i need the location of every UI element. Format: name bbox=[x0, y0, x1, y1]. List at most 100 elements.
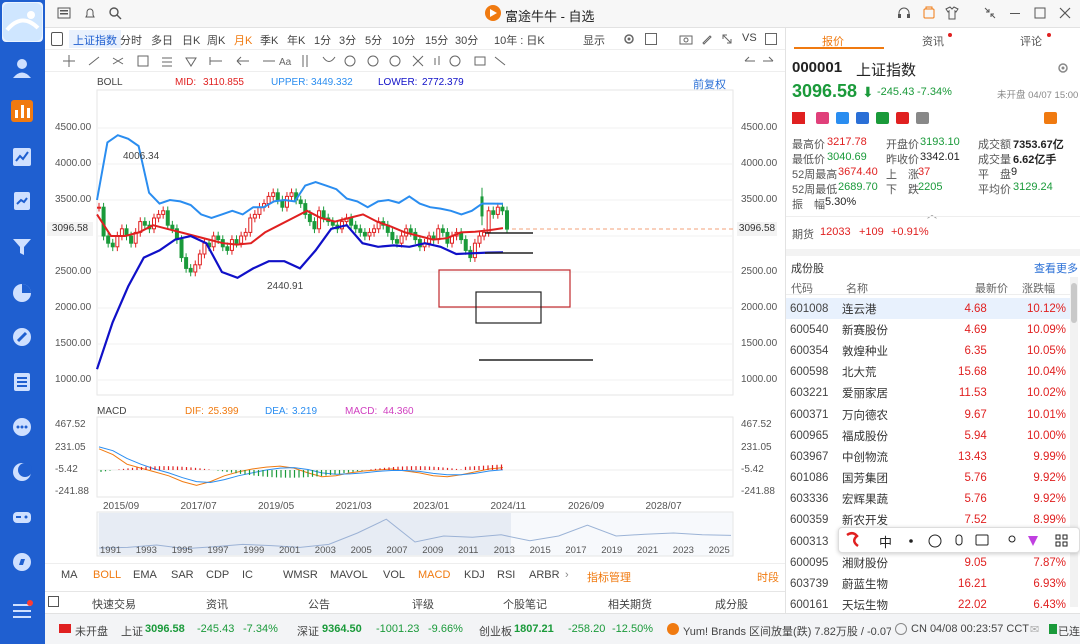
news-ticker[interactable]: Yum! Brands 区间放量(跌) 7.82万股 / -0.07 bbox=[683, 623, 891, 639]
period-tab[interactable]: 30分 bbox=[455, 32, 478, 48]
user-icon[interactable] bbox=[11, 57, 33, 79]
headset-icon[interactable] bbox=[897, 6, 911, 20]
collapse-chevron-icon[interactable]: ︿ bbox=[927, 206, 937, 221]
watchlist-icon[interactable] bbox=[11, 100, 33, 122]
bottom-tab[interactable]: 个股笔记 bbox=[503, 596, 547, 612]
cy-index-name[interactable]: 创业板 bbox=[479, 623, 512, 639]
indicator-manage-button[interactable]: 指标管理 bbox=[587, 569, 631, 585]
chart-area[interactable]: BOLL MID: 3110.855 UPPER: 3449.332 LOWER… bbox=[45, 72, 785, 562]
layout-icon[interactable] bbox=[645, 33, 657, 45]
period-tab[interactable]: 季K bbox=[260, 32, 278, 48]
tab-news[interactable]: 资讯 bbox=[922, 33, 944, 49]
indicator-tab[interactable]: KDJ bbox=[464, 569, 485, 581]
minimize-icon[interactable] bbox=[1008, 6, 1022, 20]
period-tab-active[interactable]: 月K bbox=[234, 32, 252, 48]
moon-icon[interactable] bbox=[11, 461, 33, 483]
table-row[interactable]: 600598 北大荒 15.68 10.04% bbox=[786, 362, 1070, 383]
indicator-tab[interactable]: MA bbox=[61, 569, 78, 581]
pencil-icon[interactable] bbox=[701, 33, 713, 45]
period-tab[interactable]: 15分 bbox=[425, 32, 448, 48]
indicator-tab[interactable]: IC bbox=[242, 569, 253, 581]
view-more-link[interactable]: 查看更多 bbox=[1034, 260, 1078, 276]
close-icon[interactable] bbox=[1058, 6, 1072, 20]
indicator-tab[interactable]: CDP bbox=[206, 569, 229, 581]
window-list-icon[interactable] bbox=[57, 6, 71, 20]
period-tab[interactable]: 分时 bbox=[120, 32, 142, 48]
table-row[interactable]: 600354 敦煌种业 6.35 10.05% bbox=[786, 340, 1070, 361]
game-icon[interactable] bbox=[11, 506, 33, 528]
bottom-tab[interactable]: 快速交易 bbox=[92, 596, 136, 612]
symbol-tab[interactable]: 上证指数 bbox=[69, 30, 121, 48]
column-header[interactable]: 代码 bbox=[791, 280, 813, 296]
indicator-tab[interactable]: RSI bbox=[497, 569, 515, 581]
macd-indicator-name[interactable]: MACD bbox=[97, 406, 126, 417]
panel-toggle-icon[interactable] bbox=[48, 596, 59, 607]
drawing-tools-icons[interactable]: Aa bbox=[45, 50, 785, 72]
bottom-tab[interactable]: 相关期货 bbox=[608, 596, 652, 612]
timeshare-button[interactable]: 时段 bbox=[757, 569, 779, 585]
indicator-tab[interactable]: EMA bbox=[133, 569, 157, 581]
period-tab[interactable]: 周K bbox=[207, 32, 225, 48]
indicator-tab[interactable]: VOL bbox=[383, 569, 405, 581]
column-header[interactable]: 最新价 bbox=[975, 280, 1008, 296]
table-row[interactable]: 603221 爱丽家居 11.53 10.02% bbox=[786, 383, 1070, 404]
indicator-tab-active[interactable]: MACD bbox=[418, 569, 450, 581]
maximize-icon[interactable] bbox=[1033, 6, 1047, 20]
camera-icon[interactable] bbox=[679, 33, 693, 45]
table-row[interactable]: 600371 万向德农 9.67 10.01% bbox=[786, 404, 1070, 425]
chat-icon[interactable] bbox=[11, 416, 33, 438]
compass-icon[interactable] bbox=[11, 551, 33, 573]
pie-icon[interactable] bbox=[11, 282, 33, 304]
bell-icon[interactable] bbox=[83, 6, 97, 20]
compare-button[interactable]: VS bbox=[742, 32, 757, 44]
column-header[interactable]: 涨跌幅 bbox=[1022, 280, 1055, 296]
bottom-tab[interactable]: 评级 bbox=[412, 596, 434, 612]
sh-index-name[interactable]: 上证 bbox=[121, 623, 143, 639]
floating-ime-bar[interactable]: 中 bbox=[838, 527, 1080, 553]
trade-icon[interactable] bbox=[11, 190, 33, 212]
tab-comments[interactable]: 评论 bbox=[1020, 33, 1042, 49]
period-tab[interactable]: 3分 bbox=[339, 32, 356, 48]
app-logo[interactable] bbox=[2, 2, 43, 42]
period-tab[interactable]: 1分 bbox=[314, 32, 331, 48]
column-header[interactable]: 名称 bbox=[846, 280, 868, 296]
search-icon[interactable] bbox=[108, 6, 122, 20]
ime-mode-label[interactable]: 中 bbox=[879, 532, 892, 551]
indicator-tab-active[interactable]: BOLL bbox=[93, 569, 121, 581]
display-dropdown[interactable]: 显示 bbox=[583, 32, 605, 48]
table-row[interactable]: 603336 宏辉果蔬 5.76 9.92% bbox=[786, 489, 1070, 510]
period-tab[interactable]: 5分 bbox=[365, 32, 382, 48]
discover-icon[interactable] bbox=[11, 326, 33, 348]
indicator-tab[interactable]: MAVOL bbox=[330, 569, 368, 581]
table-scrollbar[interactable] bbox=[1070, 277, 1078, 607]
tshirt-icon[interactable] bbox=[945, 6, 959, 20]
table-row[interactable]: 603967 中创物流 13.43 9.99% bbox=[786, 446, 1070, 467]
wallet-icon[interactable] bbox=[922, 6, 936, 20]
sidebar-toggle-icon[interactable] bbox=[51, 32, 63, 46]
period-dropdown[interactable]: 10年 : 日K bbox=[494, 32, 545, 48]
period-tab[interactable]: 年K bbox=[287, 32, 305, 48]
kline-chart-svg[interactable] bbox=[45, 72, 785, 562]
indicator-scroll-right-icon[interactable]: › bbox=[565, 569, 569, 581]
table-row[interactable]: 603739 蔚蓝生物 16.21 6.93% bbox=[786, 573, 1070, 594]
settings-icon[interactable] bbox=[1057, 62, 1069, 74]
shrink-icon[interactable] bbox=[983, 6, 997, 20]
bottom-tab[interactable]: 公告 bbox=[308, 596, 330, 612]
indicator-tab[interactable]: SAR bbox=[171, 569, 194, 581]
scrollbar-thumb[interactable] bbox=[1071, 283, 1077, 323]
table-row[interactable]: 601086 国芳集团 5.76 9.92% bbox=[786, 468, 1070, 489]
bottom-tab[interactable]: 资讯 bbox=[206, 596, 228, 612]
indicator-tab[interactable]: WMSR bbox=[283, 569, 318, 581]
expand-icon[interactable] bbox=[721, 33, 733, 45]
market-chart-icon[interactable] bbox=[11, 146, 33, 168]
table-row[interactable]: 600965 福成股份 5.94 10.00% bbox=[786, 425, 1070, 446]
indicator-tab[interactable]: ARBR bbox=[529, 569, 560, 581]
period-tab[interactable]: 多日 bbox=[151, 32, 173, 48]
news-icon[interactable] bbox=[11, 371, 33, 393]
table-row[interactable]: 601008 连云港 4.68 10.12% bbox=[786, 298, 1070, 320]
table-row[interactable]: 600161 天坛生物 22.02 6.43% bbox=[786, 595, 1070, 616]
bottom-tab[interactable]: 成分股 bbox=[715, 596, 748, 612]
mail-icon[interactable]: ✉ bbox=[1030, 623, 1039, 636]
panel-icon[interactable] bbox=[765, 33, 777, 45]
settings-icon[interactable] bbox=[623, 33, 635, 45]
